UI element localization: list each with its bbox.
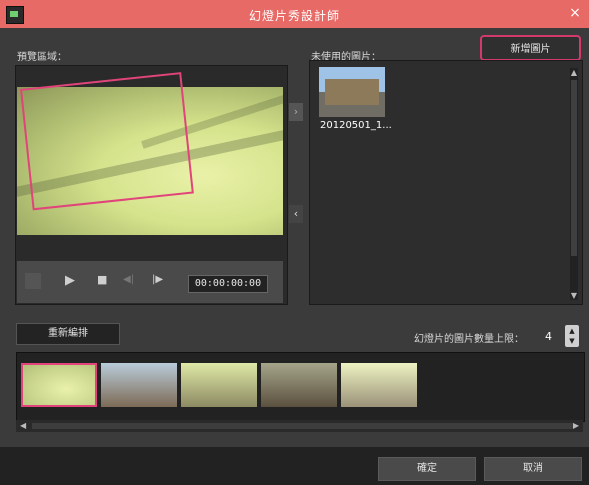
slideshow-designer-window: 幻燈片秀設計師 × 預覽區域： ▶ ■ ◀| |▶ 00:00:00:00 › … bbox=[0, 0, 589, 485]
scroll-down-icon[interactable]: ▼ bbox=[570, 291, 578, 300]
slide-thumbnail[interactable] bbox=[181, 363, 257, 407]
previous-frame-button[interactable]: ◀| bbox=[123, 274, 134, 285]
scrollbar-thumb[interactable] bbox=[571, 80, 577, 256]
add-image-button[interactable]: 新增圖片 bbox=[480, 35, 581, 61]
move-to-unused-button[interactable]: › bbox=[289, 103, 303, 121]
scroll-right-icon[interactable]: ▶ bbox=[573, 420, 579, 432]
move-to-slideshow-button[interactable]: ‹ bbox=[289, 205, 303, 223]
scrollbar-thumb[interactable] bbox=[32, 423, 572, 429]
image-limit-value[interactable]: 4 bbox=[545, 330, 552, 343]
screen-icon[interactable] bbox=[25, 273, 41, 289]
scroll-up-icon[interactable]: ▲ bbox=[570, 68, 578, 77]
window-title: 幻燈片秀設計師 bbox=[248, 9, 340, 23]
preview-label: 預覽區域： bbox=[17, 52, 67, 63]
stop-button[interactable]: ■ bbox=[97, 273, 107, 286]
slide-thumbnail[interactable] bbox=[101, 363, 177, 407]
image-limit-label: 幻燈片的圖片數量上限： bbox=[414, 334, 524, 345]
ok-button[interactable]: 確定 bbox=[378, 457, 476, 481]
close-icon[interactable]: × bbox=[567, 5, 583, 21]
image-limit-stepper[interactable]: ▲ ▼ bbox=[565, 325, 579, 347]
unused-image-thumbnail[interactable] bbox=[319, 67, 385, 117]
unused-vertical-scrollbar[interactable]: ▲ ▼ bbox=[570, 68, 578, 300]
unused-image-caption: 20120501_1... bbox=[320, 120, 392, 131]
filmstrip-horizontal-scrollbar[interactable]: ◀ ▶ bbox=[16, 420, 583, 432]
title-bar: 幻燈片秀設計師 × bbox=[0, 0, 589, 28]
slide-thumbnail[interactable] bbox=[341, 363, 417, 407]
slide-thumbnail[interactable] bbox=[21, 363, 97, 407]
scroll-left-icon[interactable]: ◀ bbox=[20, 420, 26, 432]
slide-thumbnail[interactable] bbox=[261, 363, 337, 407]
pan-zoom-start-frame[interactable] bbox=[20, 72, 194, 211]
rearrange-button[interactable]: 重新編排 bbox=[16, 323, 120, 345]
decrement-icon[interactable]: ▼ bbox=[565, 337, 579, 345]
play-button[interactable]: ▶ bbox=[65, 273, 75, 288]
next-frame-button[interactable]: |▶ bbox=[152, 274, 163, 285]
cancel-button[interactable]: 取消 bbox=[484, 457, 582, 481]
increment-icon[interactable]: ▲ bbox=[565, 327, 579, 335]
timecode-display: 00:00:00:00 bbox=[188, 275, 268, 293]
